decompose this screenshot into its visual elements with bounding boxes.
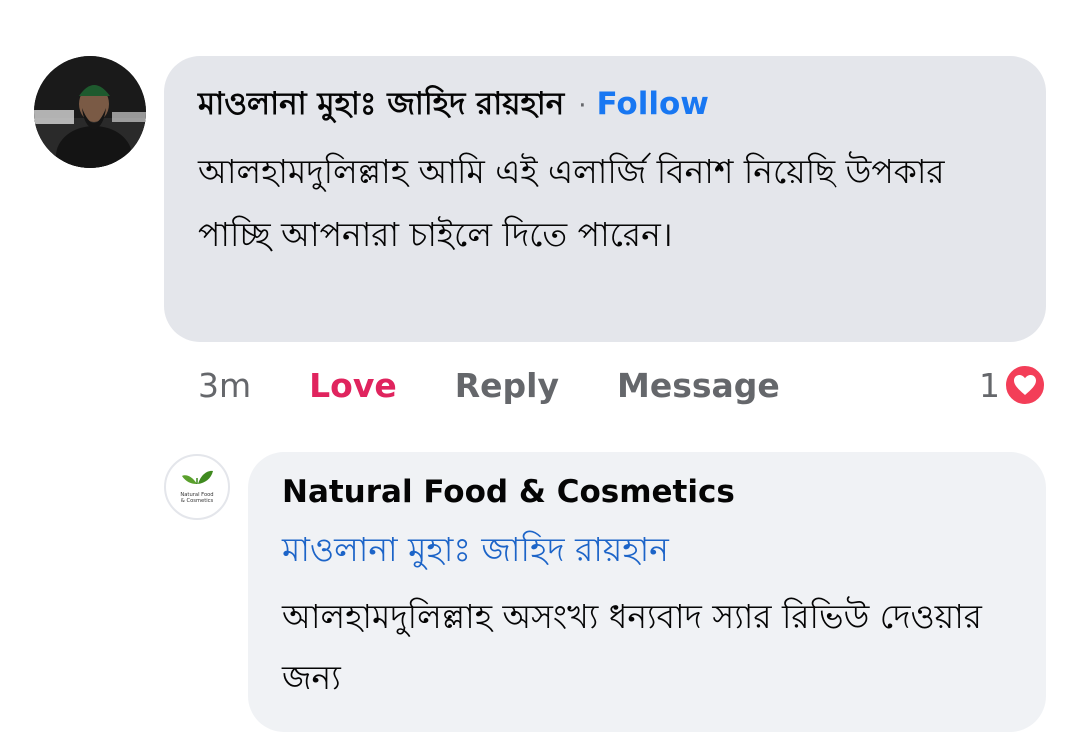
- mention-link[interactable]: মাওলানা মুহাঃ জাহিদ রায়হান: [282, 524, 1012, 580]
- svg-text:& Cosmetics: & Cosmetics: [181, 498, 214, 504]
- comment-header: মাওলানা মুহাঃ জাহিদ রায়হান · Follow: [198, 80, 1012, 132]
- message-button[interactable]: Message: [617, 366, 780, 405]
- comment-author-name[interactable]: মাওলানা মুহাঃ জাহিদ রায়হান: [198, 80, 564, 132]
- profile-photo-icon: [34, 56, 146, 168]
- comment-bubble: মাওলানা মুহাঃ জাহিদ রায়হান · Follow আলহ…: [164, 56, 1046, 342]
- reaction-summary[interactable]: 1: [979, 360, 1046, 410]
- love-reaction-button[interactable]: Love: [309, 366, 397, 405]
- page-avatar[interactable]: Natural Food & Cosmetics: [164, 454, 230, 520]
- heart-glyph-icon: [1014, 375, 1036, 395]
- reply-bubble: Natural Food & Cosmetics মাওলানা মুহাঃ জ…: [248, 452, 1046, 732]
- reaction-count: 1: [979, 365, 1000, 405]
- reply-button[interactable]: Reply: [455, 366, 559, 405]
- brand-logo-icon: Natural Food & Cosmetics: [167, 457, 227, 517]
- comment-text: আলহামদুলিল্লাহ আমি এই এলার্জি বিনাশ নিয়…: [198, 152, 945, 254]
- comment-actions: 3m Love Reply Message: [198, 360, 780, 410]
- reply-text: আলহামদুলিল্লাহ অসংখ্য ধন্যবাদ স্যার রিভি…: [282, 597, 982, 697]
- previous-action-row-cropped: [360, 0, 920, 10]
- comment-timestamp[interactable]: 3m: [198, 366, 251, 405]
- reply-author-name[interactable]: Natural Food & Cosmetics: [282, 474, 1012, 510]
- heart-icon: [1004, 364, 1046, 406]
- follow-button[interactable]: Follow: [597, 86, 709, 122]
- separator-dot: ·: [578, 91, 587, 121]
- commenter-avatar[interactable]: [34, 56, 146, 168]
